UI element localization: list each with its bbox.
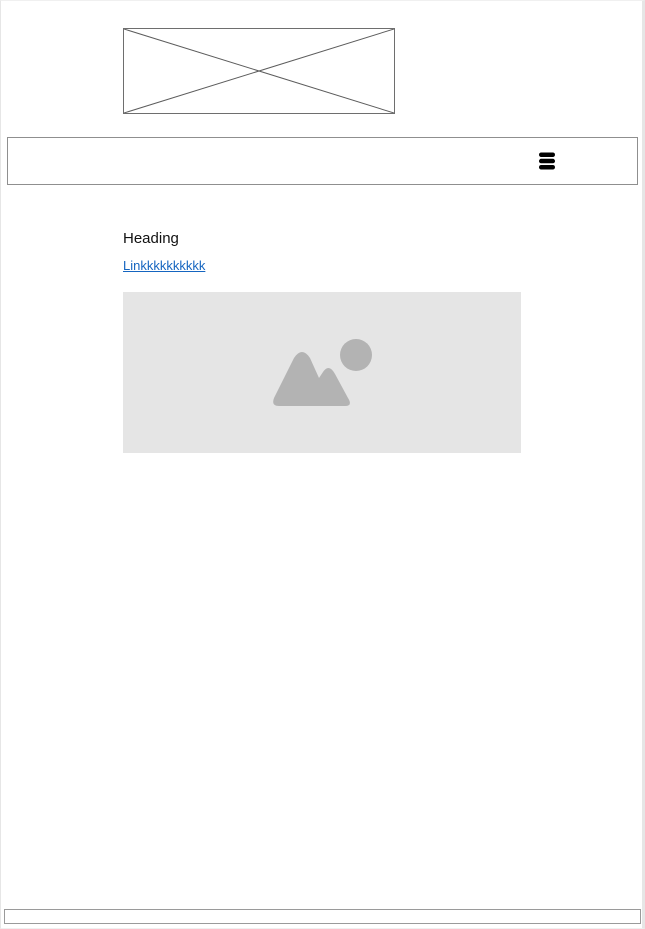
content-link[interactable]: Linkkkkkkkkkk	[123, 258, 205, 274]
bottom-bar	[4, 909, 641, 924]
hamburger-menu-icon	[539, 152, 555, 170]
image-placeholder-icon	[273, 339, 372, 406]
image-placeholder	[123, 292, 521, 453]
page-heading: Heading	[123, 230, 179, 247]
page: Heading Linkkkkkkkkkk	[0, 0, 645, 929]
image-placeholder-x-icon	[124, 29, 394, 113]
hamburger-menu-button[interactable]	[538, 152, 556, 170]
navigation-bar	[7, 137, 638, 185]
logo-placeholder	[123, 28, 395, 114]
